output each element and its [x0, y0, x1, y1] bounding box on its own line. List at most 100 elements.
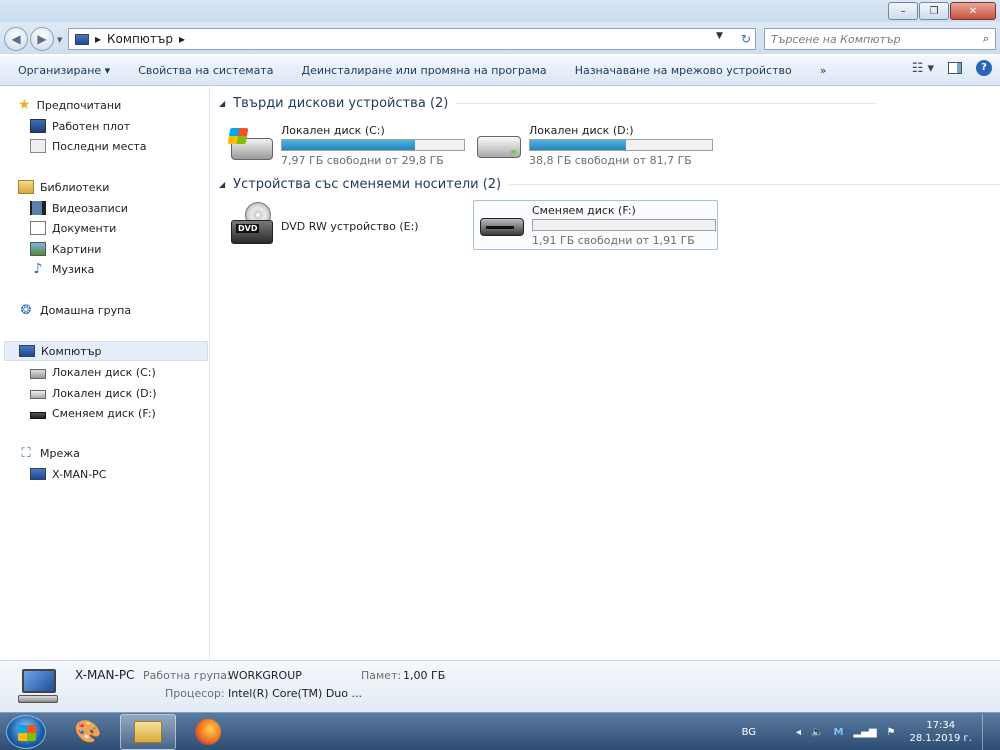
usage-bar: [532, 219, 716, 231]
action-center-icon[interactable]: ⚑: [887, 727, 896, 738]
dvd-drive-icon: DVD: [227, 202, 275, 250]
breadcrumb-item-computer[interactable]: Компютър: [107, 32, 173, 46]
group-header-removable[interactable]: ◢ Устройства със сменяеми носители (2): [219, 177, 1000, 192]
sidebar-item-network[interactable]: ⛶ Мрежа: [18, 443, 79, 463]
sidebar-item-label: Видеозаписи: [52, 201, 128, 215]
sidebar-item-drive-d[interactable]: Локален диск (D:): [30, 383, 157, 403]
usage-bar: [281, 139, 465, 151]
help-icon[interactable]: ?: [976, 60, 992, 76]
sidebar-item-label: Музика: [52, 262, 95, 276]
computer-icon: [19, 345, 35, 357]
breadcrumb-arrow-icon[interactable]: ▸: [179, 32, 185, 46]
computer-icon: [30, 468, 46, 480]
map-network-drive-button[interactable]: Назначаване на мрежово устройство: [561, 56, 806, 86]
sidebar-item-computer[interactable]: Компютър: [4, 341, 208, 361]
title-bar: – ❐ ✕: [0, 0, 1000, 22]
group-divider: [509, 184, 1000, 185]
language-indicator[interactable]: BG: [742, 727, 756, 738]
sidebar-item-label: Работен плот: [52, 119, 131, 133]
sidebar-item-music[interactable]: ♪ Музика: [30, 259, 95, 279]
minimize-button[interactable]: –: [888, 2, 918, 20]
collapse-triangle-icon[interactable]: ◢: [219, 180, 225, 189]
collapse-triangle-icon[interactable]: ◢: [219, 99, 225, 108]
sidebar-item-desktop[interactable]: Работен плот: [30, 116, 130, 136]
music-note-icon: ♪: [33, 261, 43, 277]
clock[interactable]: 17:34 28.1.2019 г.: [909, 719, 972, 745]
address-dropdown-icon[interactable]: ▼: [716, 31, 723, 41]
volume-icon[interactable]: 🔈: [811, 727, 823, 738]
breadcrumb[interactable]: ▸ Компютър ▸: [68, 28, 756, 50]
tray-arrow-icon[interactable]: ◂: [796, 727, 801, 738]
preview-pane-icon[interactable]: [948, 62, 962, 74]
close-button[interactable]: ✕: [950, 2, 996, 20]
more-commands-button[interactable]: »: [806, 56, 841, 86]
forward-arrow-icon: ▶: [37, 32, 47, 46]
memory-label: Памет:: [361, 669, 402, 682]
address-bar: ◀ ▶ ▼ ▸ Компютър ▸ ▼ ↻ Търсене на Компют…: [0, 22, 1000, 54]
sidebar-item-network-pc[interactable]: X-MAN-PC: [30, 464, 106, 484]
computer-large-icon: [16, 667, 60, 707]
firefox-icon: [195, 719, 221, 745]
removable-disk-icon: [30, 411, 46, 419]
folder-icon: [134, 721, 162, 743]
system-properties-button[interactable]: Свойства на системата: [124, 56, 287, 86]
windows-disk-icon: [227, 124, 275, 164]
sidebar-item-label: Локален диск (D:): [52, 386, 157, 400]
sidebar-item-drive-c[interactable]: Локален диск (C:): [30, 362, 156, 382]
search-placeholder: Търсене на Компютър: [771, 32, 901, 46]
taskbar-explorer[interactable]: [120, 714, 176, 750]
show-desktop-button[interactable]: [982, 714, 992, 750]
workgroup-value: WORKGROUP: [228, 669, 302, 682]
computer-icon: [75, 33, 89, 45]
window-controls: – ❐ ✕: [888, 2, 996, 20]
sidebar-item-homegroup[interactable]: ❂ Домашна група: [18, 300, 132, 320]
refresh-button[interactable]: ↻: [736, 29, 756, 49]
navigation-pane: ★ Предпочитани Работен плот Последни мес…: [0, 87, 210, 660]
local-disk-icon: [30, 390, 46, 399]
sidebar-item-libraries[interactable]: Библиотеки: [18, 177, 109, 197]
drive-item-e[interactable]: DVD DVD RW устройство (E:): [227, 202, 419, 250]
drive-name: Локален диск (C:): [281, 124, 385, 137]
documents-icon: [30, 221, 46, 235]
group-divider: [456, 103, 877, 104]
drive-free-space: 38,8 ГБ свободни от 81,7 ГБ: [529, 154, 692, 167]
drive-item-d[interactable]: Локален диск (D:) 38,8 ГБ свободни от 81…: [475, 124, 713, 167]
forward-button[interactable]: ▶: [30, 27, 54, 51]
search-icon[interactable]: ⌕: [983, 32, 989, 46]
drive-name: DVD RW устройство (E:): [281, 219, 419, 233]
group-header-hard-disks[interactable]: ◢ Твърди дискови устройства (2): [219, 96, 877, 111]
sidebar-item-favorites[interactable]: ★ Предпочитани: [18, 95, 121, 115]
sidebar-item-label: Библиотеки: [40, 180, 110, 194]
recent-pages-dropdown[interactable]: ▼: [57, 36, 62, 44]
view-options-icon[interactable]: ☷ ▾: [912, 61, 934, 76]
taskbar-firefox[interactable]: [180, 714, 236, 750]
sidebar-item-documents[interactable]: Документи: [30, 218, 116, 238]
breadcrumb-arrow-icon: ▸: [95, 32, 102, 46]
organize-button[interactable]: Организиране ▾: [0, 56, 124, 86]
uninstall-program-button[interactable]: Деинсталиране или промяна на програма: [287, 56, 560, 86]
sidebar-item-pictures[interactable]: Картини: [30, 239, 101, 259]
maximize-button[interactable]: ❐: [919, 2, 949, 20]
sidebar-item-recent-places[interactable]: Последни места: [30, 136, 147, 156]
recent-places-icon: [30, 139, 46, 153]
desktop-icon: [30, 119, 46, 133]
antivirus-icon[interactable]: M: [833, 727, 843, 738]
drive-free-space: 1,91 ГБ свободни от 1,91 ГБ: [532, 234, 695, 247]
taskbar-paint[interactable]: 🎨: [60, 714, 116, 750]
drive-item-c[interactable]: Локален диск (C:) 7,97 ГБ свободни от 29…: [227, 124, 465, 167]
system-tray: BG ◂ 🔈 M ▂▄▆ ⚑ 17:34 28.1.2019 г.: [742, 713, 1000, 750]
back-button[interactable]: ◀: [4, 27, 28, 51]
group-label: Устройства със сменяеми носители (2): [233, 177, 502, 192]
sidebar-item-drive-f[interactable]: Сменяем диск (F:): [30, 403, 156, 423]
usage-bar-fill: [530, 140, 627, 150]
sidebar-item-videos[interactable]: Видеозаписи: [30, 198, 128, 218]
sidebar-item-label: X-MAN-PC: [52, 467, 107, 481]
refresh-icon: ↻: [740, 32, 752, 46]
group-label: Твърди дискови устройства (2): [233, 96, 449, 111]
start-button[interactable]: [6, 715, 46, 749]
signal-icon[interactable]: ▂▄▆: [853, 727, 876, 738]
command-bar: Организиране ▾ Свойства на системата Деи…: [0, 56, 1000, 86]
drive-name: Локален диск (D:): [529, 124, 634, 137]
drive-item-f[interactable]: Сменяем диск (F:) 1,91 ГБ свободни от 1,…: [473, 200, 718, 250]
search-input[interactable]: Търсене на Компютър ⌕: [764, 28, 996, 50]
